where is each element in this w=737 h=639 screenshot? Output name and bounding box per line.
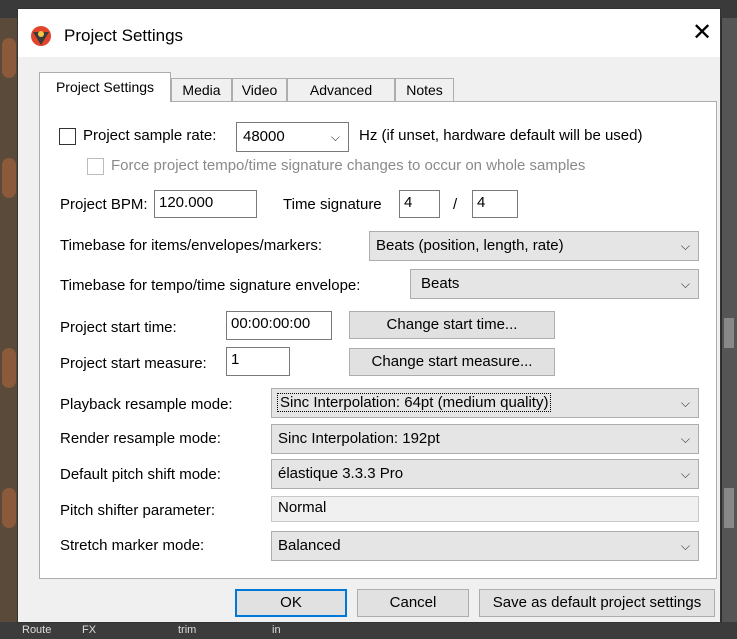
background-knob — [2, 348, 16, 388]
settings-panel: Project sample rate: 48000 ⌵ Hz (if unse… — [39, 101, 717, 579]
reaper-logo-icon — [30, 25, 52, 47]
tab-advanced[interactable]: Advanced — [287, 78, 395, 101]
background-right-strip — [722, 18, 737, 622]
project-settings-dialog: Project Settings ✕ Project Settings Medi… — [17, 8, 721, 623]
chevron-down-icon: ⌵ — [330, 130, 340, 144]
time-signature-label: Time signature — [283, 196, 382, 213]
force-whole-samples-checkbox[interactable] — [87, 158, 104, 175]
timebase-tempo-label: Timebase for tempo/time signature envelo… — [60, 277, 361, 294]
default-pitch-shift-combo[interactable]: élastique 3.3.3 Pro ⌵ — [271, 459, 699, 489]
background-knob — [2, 38, 16, 78]
timebase-tempo-combo[interactable]: Beats ⌵ — [410, 269, 699, 299]
background-knob — [2, 158, 16, 198]
title-bar[interactable]: Project Settings ✕ — [18, 9, 720, 57]
chevron-down-icon: ⌵ — [680, 467, 690, 481]
sample-rate-hint: Hz (if unset, hardware default will be u… — [359, 127, 643, 144]
project-start-measure-input[interactable]: 1 — [226, 347, 290, 376]
window-title: Project Settings — [64, 26, 184, 45]
cancel-button[interactable]: Cancel — [357, 589, 469, 617]
chevron-down-icon: ⌵ — [680, 432, 690, 446]
timebase-items-value: Beats (position, length, rate) — [376, 237, 564, 254]
playback-resample-label: Playback resample mode: — [60, 396, 233, 413]
background-daw-bottom: Route FX trim in — [0, 622, 737, 639]
timebase-items-combo[interactable]: Beats (position, length, rate) ⌵ — [369, 231, 699, 261]
tab-project-settings[interactable]: Project Settings — [39, 72, 171, 102]
save-default-settings-button[interactable]: Save as default project settings — [479, 589, 715, 617]
close-icon[interactable]: ✕ — [690, 21, 714, 45]
change-start-time-button[interactable]: Change start time... — [349, 311, 555, 339]
stretch-marker-mode-combo[interactable]: Balanced ⌵ — [271, 531, 699, 561]
tab-notes[interactable]: Notes — [395, 78, 454, 101]
project-bpm-label: Project BPM: — [60, 196, 148, 213]
background-in-label: in — [272, 624, 281, 636]
default-pitch-shift-value: élastique 3.3.3 Pro — [278, 465, 404, 482]
stretch-marker-mode-value: Balanced — [278, 537, 341, 554]
sample-rate-value: 48000 — [243, 128, 285, 145]
ok-button[interactable]: OK — [235, 589, 347, 617]
background-block — [724, 488, 734, 528]
tab-media[interactable]: Media — [171, 78, 232, 101]
time-signature-separator: / — [453, 196, 458, 213]
project-bpm-input[interactable]: 120.000 — [154, 190, 257, 218]
project-start-time-label: Project start time: — [60, 319, 177, 336]
chevron-down-icon: ⌵ — [680, 539, 690, 553]
background-block — [724, 318, 734, 348]
background-track-strip — [0, 18, 18, 622]
chevron-down-icon: ⌵ — [680, 239, 690, 253]
render-resample-label: Render resample mode: — [60, 430, 221, 447]
playback-resample-combo[interactable]: Sinc Interpolation: 64pt (medium quality… — [271, 388, 699, 418]
chevron-down-icon: ⌵ — [680, 396, 690, 410]
background-knob — [2, 488, 16, 528]
project-sample-rate-checkbox[interactable] — [59, 128, 76, 145]
background-route-label: Route — [22, 624, 52, 636]
tab-video[interactable]: Video — [232, 78, 287, 101]
background-trim-label: trim — [178, 624, 197, 636]
time-signature-numerator-input[interactable]: 4 — [399, 190, 440, 218]
pitch-shifter-parameter-label: Pitch shifter parameter: — [60, 502, 216, 519]
playback-resample-value: Sinc Interpolation: 64pt (medium quality… — [276, 393, 552, 412]
project-start-measure-label: Project start measure: — [60, 355, 207, 372]
default-pitch-shift-label: Default pitch shift mode: — [60, 466, 221, 483]
sample-rate-combo[interactable]: 48000 ⌵ — [236, 122, 349, 152]
render-resample-value: Sinc Interpolation: 192pt — [278, 430, 440, 447]
change-start-measure-button[interactable]: Change start measure... — [349, 348, 555, 376]
force-whole-samples-label: Force project tempo/time signature chang… — [111, 157, 586, 174]
timebase-tempo-value: Beats — [421, 275, 460, 292]
project-sample-rate-label: Project sample rate: — [83, 127, 217, 144]
time-signature-denominator-input[interactable]: 4 — [472, 190, 518, 218]
stretch-marker-mode-label: Stretch marker mode: — [60, 537, 205, 554]
background-fx-label: FX — [82, 624, 97, 636]
render-resample-combo[interactable]: Sinc Interpolation: 192pt ⌵ — [271, 424, 699, 454]
project-start-time-input[interactable]: 00:00:00:00 — [226, 311, 332, 340]
pitch-shifter-parameter-field[interactable]: Normal — [271, 496, 699, 522]
chevron-down-icon: ⌵ — [680, 277, 690, 291]
timebase-items-label: Timebase for items/envelopes/markers: — [60, 237, 323, 254]
